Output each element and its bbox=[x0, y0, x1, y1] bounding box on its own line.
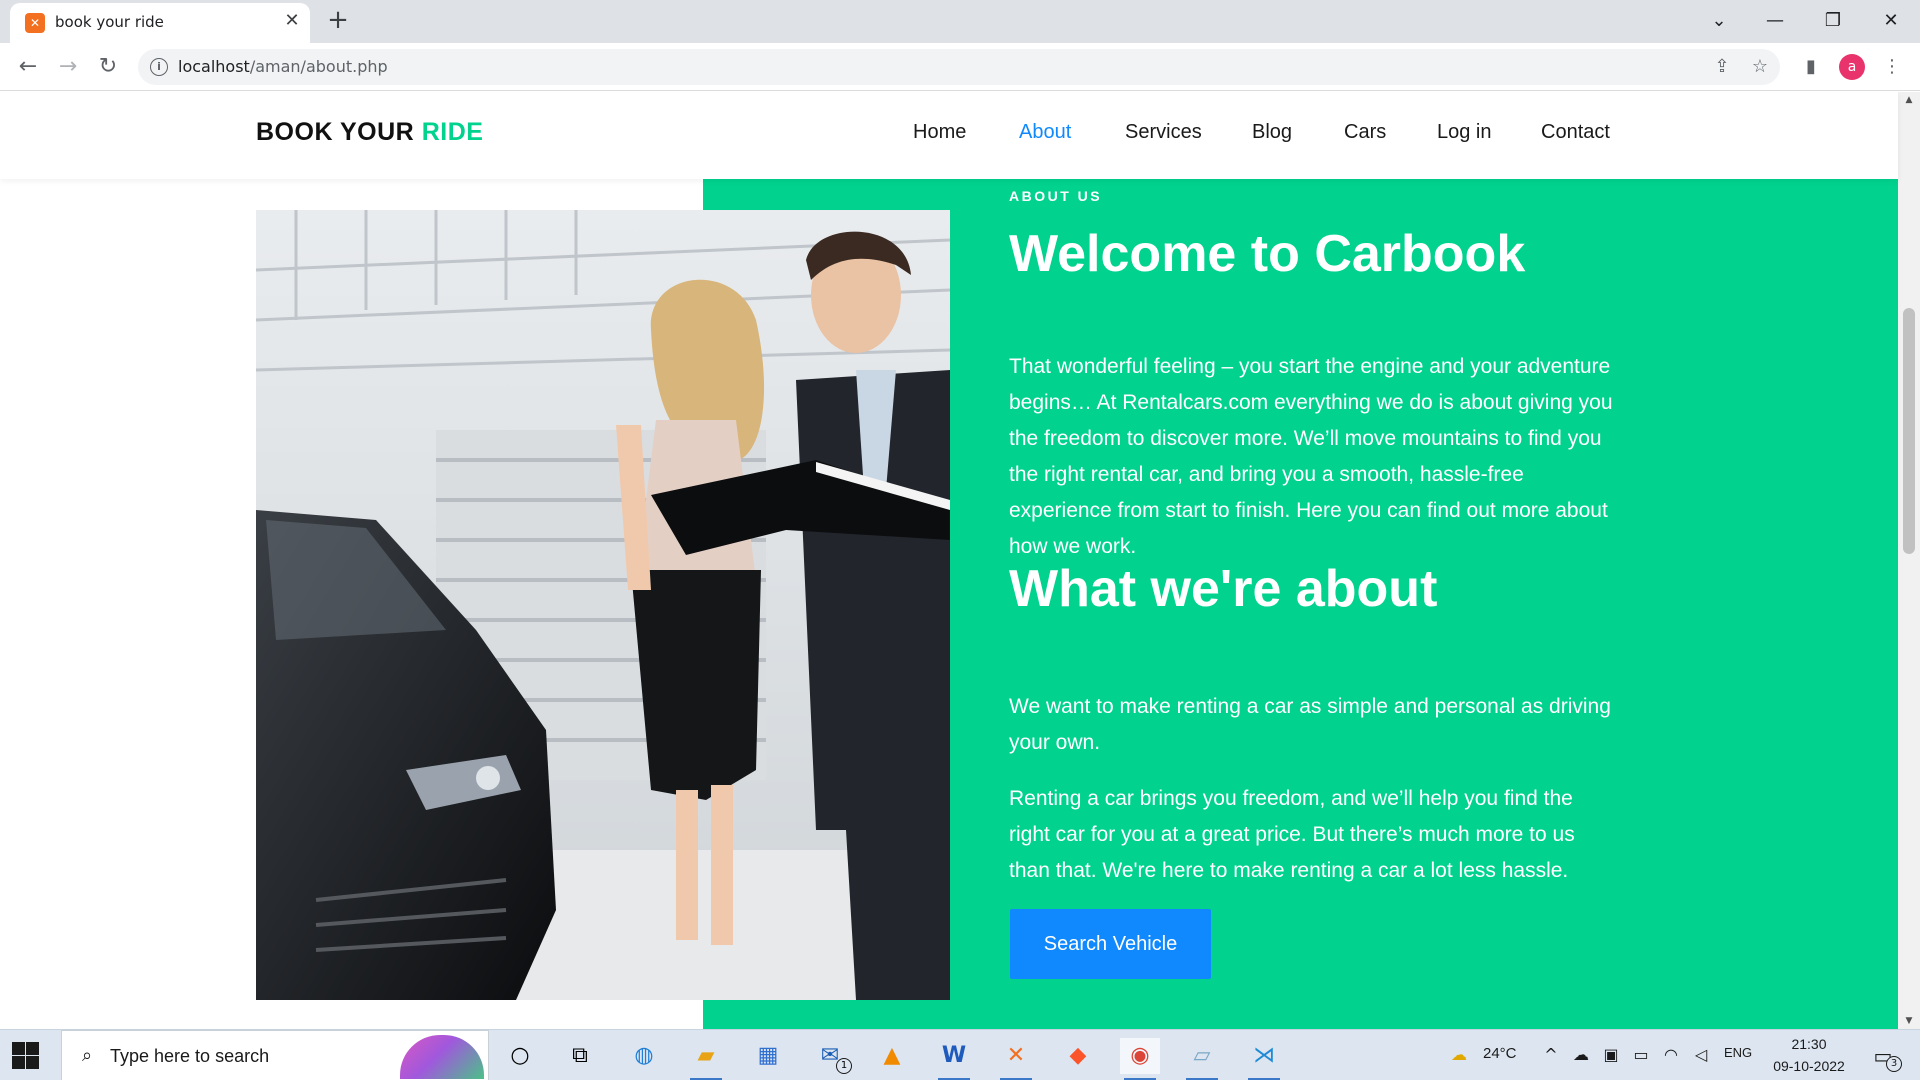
mail-badge: 1 bbox=[836, 1058, 852, 1074]
share-icon[interactable]: ⇪ bbox=[1710, 55, 1734, 79]
chevron-up-icon[interactable]: ^ bbox=[1540, 1043, 1562, 1067]
search-highlight-graphic bbox=[400, 1035, 484, 1079]
scroll-down-arrow-icon[interactable]: ▼ bbox=[1898, 1013, 1920, 1029]
address-bar[interactable]: i localhost/aman/about.php ⇪ ☆ bbox=[138, 49, 1780, 85]
profile-avatar[interactable]: a bbox=[1839, 54, 1865, 80]
taskbar-search-placeholder: Type here to search bbox=[110, 1046, 270, 1066]
close-tab-icon[interactable]: ✕ bbox=[280, 9, 304, 33]
wifi-icon[interactable]: ◠ bbox=[1660, 1043, 1682, 1067]
page-viewport: BOOK YOUR RIDE Home About Services Blog … bbox=[0, 92, 1920, 1029]
notepad-icon[interactable]: ▱ bbox=[1182, 1038, 1222, 1080]
weather-temperature[interactable]: 24°C bbox=[1483, 1045, 1517, 1062]
task-view-icon[interactable]: ⧉ bbox=[560, 1038, 600, 1074]
minimize-icon[interactable]: — bbox=[1758, 4, 1792, 38]
chrome-icon[interactable]: ◉ bbox=[1120, 1038, 1160, 1080]
input-language[interactable]: ENG bbox=[1724, 1045, 1752, 1060]
clock-time: 21:30 bbox=[1791, 1036, 1827, 1052]
site-logo[interactable]: BOOK YOUR RIDE bbox=[256, 118, 483, 147]
xampp-icon[interactable]: ✕ bbox=[996, 1038, 1036, 1080]
page-title: Welcome to Carbook bbox=[1009, 225, 1526, 283]
intro-paragraph: That wonderful feeling – you start the e… bbox=[1009, 355, 1613, 558]
nav-link-home[interactable]: Home bbox=[913, 121, 966, 144]
site-info-icon[interactable]: i bbox=[150, 58, 168, 76]
close-window-icon[interactable]: ✕ bbox=[1874, 4, 1908, 38]
about-content: ABOUT US Welcome to Carbook That wonderf… bbox=[1009, 92, 1629, 1029]
browser-tab-strip: ✕ book your ride ✕ + ⌄ — ❐ ✕ bbox=[0, 0, 1920, 43]
menu-kebab-icon[interactable]: ⋮ bbox=[1878, 53, 1906, 81]
battery-icon[interactable]: ▭ bbox=[1630, 1043, 1652, 1067]
nav-link-login[interactable]: Log in bbox=[1437, 121, 1492, 144]
tab-search-chevron-icon[interactable]: ⌄ bbox=[1702, 4, 1736, 38]
address-url[interactable]: localhost/aman/about.php bbox=[178, 57, 388, 76]
forward-icon[interactable]: → bbox=[52, 51, 84, 83]
vlc-icon[interactable]: ▲ bbox=[872, 1038, 912, 1074]
reload-icon[interactable]: ↻ bbox=[92, 51, 124, 83]
search-icon: ⌕ bbox=[81, 1045, 93, 1066]
volume-icon[interactable]: ◁ bbox=[1690, 1043, 1712, 1067]
nav-link-cars[interactable]: Cars bbox=[1344, 121, 1386, 144]
microsoft-store-icon[interactable]: ▦ bbox=[748, 1038, 788, 1074]
back-icon[interactable]: ← bbox=[12, 51, 44, 83]
edge-icon[interactable]: ◍ bbox=[624, 1038, 664, 1074]
onedrive-icon[interactable]: ☁ bbox=[1570, 1043, 1592, 1067]
mission-paragraph: We want to make renting a car as simple … bbox=[1009, 695, 1611, 754]
freedom-paragraph: Renting a car brings you freedom, and we… bbox=[1009, 787, 1575, 882]
browser-toolbar: ← → ↻ i localhost/aman/about.php ⇪ ☆ ▮ a… bbox=[0, 43, 1920, 91]
page-scrollbar[interactable]: ▲ ▼ bbox=[1898, 92, 1920, 1029]
restore-icon[interactable]: ❐ bbox=[1816, 4, 1850, 38]
site-navbar: BOOK YOUR RIDE Home About Services Blog … bbox=[0, 92, 1898, 179]
nav-link-blog[interactable]: Blog bbox=[1252, 121, 1292, 144]
new-tab-icon[interactable]: + bbox=[324, 6, 352, 34]
section-eyebrow: ABOUT US bbox=[1009, 188, 1103, 204]
xampp-icon: ✕ bbox=[25, 13, 45, 33]
windows-taskbar: ⌕ Type here to search ○ ⧉ ◍ ▰ ▦ ✉ 1 ▲ W … bbox=[0, 1029, 1920, 1080]
file-explorer-icon[interactable]: ▰ bbox=[686, 1038, 726, 1080]
clock-date: 09-10-2022 bbox=[1773, 1058, 1845, 1074]
taskbar-clock[interactable]: 21:30 09-10-2022 bbox=[1764, 1033, 1854, 1077]
browser-tab[interactable]: ✕ book your ride ✕ bbox=[10, 3, 310, 43]
nav-link-contact[interactable]: Contact bbox=[1541, 121, 1610, 144]
bookmark-star-icon[interactable]: ☆ bbox=[1748, 55, 1772, 79]
vscode-icon[interactable]: ⋊ bbox=[1244, 1038, 1284, 1080]
nav-link-about[interactable]: About bbox=[1019, 121, 1071, 144]
windows-start-icon[interactable] bbox=[10, 1040, 40, 1070]
brave-icon[interactable]: ◆ bbox=[1058, 1038, 1098, 1074]
weather-icon[interactable]: ☁ bbox=[1448, 1043, 1470, 1067]
cortana-icon[interactable]: ○ bbox=[500, 1038, 540, 1074]
tab-title: book your ride bbox=[55, 13, 164, 31]
showroom-photo bbox=[256, 210, 950, 1000]
taskbar-search-box[interactable]: ⌕ Type here to search bbox=[61, 1030, 489, 1080]
notification-count: 3 bbox=[1886, 1056, 1902, 1072]
meet-now-icon[interactable]: ▣ bbox=[1600, 1043, 1622, 1067]
side-panel-icon[interactable]: ▮ bbox=[1797, 53, 1825, 81]
section-heading: What we're about bbox=[1009, 560, 1438, 618]
search-vehicle-button[interactable]: Search Vehicle bbox=[1010, 909, 1211, 979]
scroll-up-arrow-icon[interactable]: ▲ bbox=[1898, 92, 1920, 108]
word-icon[interactable]: W bbox=[934, 1038, 974, 1080]
nav-link-services[interactable]: Services bbox=[1125, 121, 1202, 144]
scrollbar-thumb[interactable] bbox=[1903, 308, 1915, 554]
